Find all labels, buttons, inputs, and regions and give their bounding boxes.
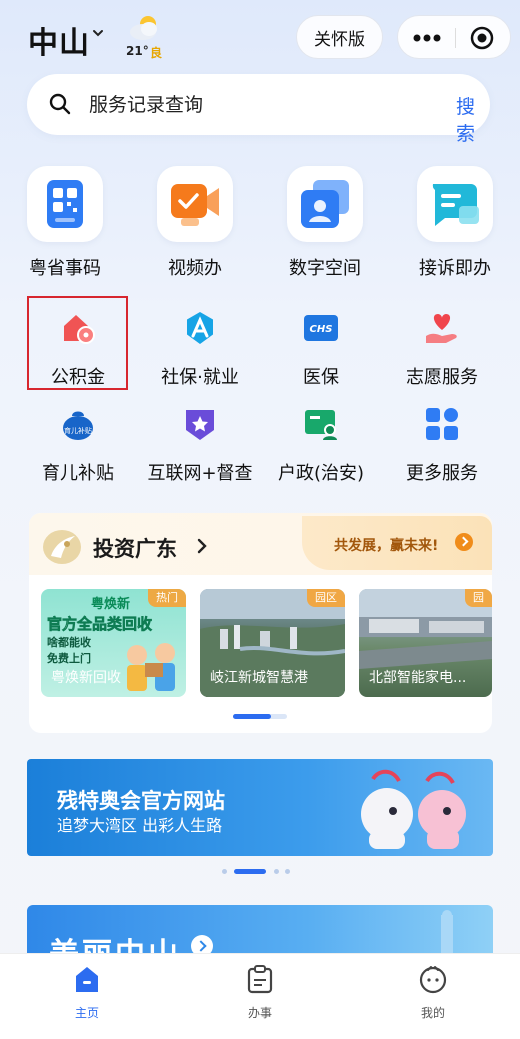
medical-insurance-icon-text: CHS [310,324,333,335]
pager-active [234,869,266,874]
service-label: 医保 [303,367,339,388]
pager-active [233,714,271,719]
search-button[interactable]: 搜索 [456,92,490,146]
search-input[interactable] [89,90,389,120]
service-label: 社保·就业 [161,367,239,388]
tab-label: 我的 [420,1006,445,1020]
clipboard-icon [247,965,273,994]
pager-dot [274,869,279,874]
search-bar: 搜索 [27,74,490,145]
tile-digital-space[interactable]: 数字空间 [260,166,390,286]
volunteer-icon [426,314,457,343]
paralympics-banner[interactable]: 残特奥会官方网站 追梦大湾区 出彩人生路 [27,759,493,856]
pager-dot [285,869,290,874]
service-childcare-subsidy[interactable]: 育儿补贴 育儿补贴 [13,406,143,496]
more-dots-icon[interactable] [412,29,442,47]
chevron-right-icon [197,538,207,554]
pager-dot [222,869,227,874]
highlight-frame [27,296,128,390]
digital-space-icon [301,180,349,228]
invest-pager [233,714,287,719]
tile-label: 视频办 [168,258,222,279]
profile-icon [419,966,447,994]
childcare-subsidy-icon-text: 育儿补贴 [64,426,92,435]
more-services-icon [426,408,458,440]
invest-item-caption: 粤焕新回收 [51,670,121,686]
header: 中山 21° 良 关怀版 [0,0,520,80]
weather-cloudy-icon [130,16,157,40]
banner-subtitle: 追梦大湾区 出彩人生路 [57,816,223,835]
invest-slogan-text: 共发展，赢未来! [334,538,439,554]
tile-complaint-service[interactable]: 接诉即办 [390,166,520,286]
tile-icon-box [287,166,363,242]
recycle-line-2: 免费上门 [47,651,91,665]
service-volunteer[interactable]: 志愿服务 [377,310,507,400]
invest-header[interactable]: 投资广东 共发展，赢未来! [29,513,492,575]
chevron-down-icon[interactable] [91,26,105,40]
bottom-tab-bar: 主页 办事 我的 [0,953,520,1039]
air-quality: 良 [150,46,163,60]
tab-services[interactable]: 办事 [200,962,320,1032]
home-icon [76,967,98,992]
temperature: 21° [126,44,149,58]
mini-program-capsule [397,15,511,59]
childcare-subsidy-icon: 育儿补贴 [63,411,93,440]
service-internet-supervision[interactable]: 互联网+督查 [135,406,265,496]
tile-icon-box [417,166,493,242]
service-household-registration[interactable]: 户政(治安) [256,406,386,496]
invest-item-caption: 岐江新城智慧港 [210,670,308,686]
recycle-brand: 粤焕新 [91,596,130,612]
service-more[interactable]: 更多服务 [377,406,507,496]
tab-label: 办事 [247,1006,272,1020]
tile-label: 数字空间 [289,258,361,279]
search-icon [49,93,71,115]
internet-supervision-icon [186,410,214,440]
tab-label: 主页 [74,1006,99,1020]
park-badge: 园区 [307,589,345,607]
tile-icon-box [157,166,233,242]
service-label: 志愿服务 [406,367,478,388]
close-target-icon[interactable] [470,26,494,50]
qr-code-icon [47,180,83,228]
medical-insurance-icon: CHS [304,315,338,341]
tab-home[interactable]: 主页 [27,962,147,1032]
care-mode-button[interactable]: 关怀版 [296,15,383,59]
arrow-right-icon [455,533,473,551]
service-medical-insurance[interactable]: CHS 医保 [256,310,386,400]
social-security-icon [187,312,213,344]
invest-slogan[interactable]: 共发展，赢未来! [302,516,492,570]
service-label: 互联网+督查 [147,463,253,484]
invest-item-appliance[interactable]: 园 北部智能家电... [359,589,492,697]
primary-tiles: 粤省事码 视频办 数字空间 接诉即办 [0,166,520,286]
chat-icon [432,184,479,226]
recycle-headline: 官方全品类回收 [47,615,152,633]
tab-profile[interactable]: 我的 [373,962,493,1032]
invest-item-caption: 北部智能家电... [369,670,467,686]
hot-badge: 热门 [148,589,186,607]
invest-item-qijiang[interactable]: 园区 岐江新城智慧港 [200,589,345,697]
tile-label: 接诉即办 [419,258,491,279]
city-name[interactable]: 中山 [28,18,90,62]
recycle-line-1: 啥都能收 [47,635,91,649]
invest-logo-icon [43,530,81,564]
household-registration-icon [305,410,337,440]
video-icon [171,184,219,226]
tile-label: 粤省事码 [29,258,101,279]
park-badge: 园 [465,589,492,607]
tile-video-service[interactable]: 视频办 [130,166,260,286]
service-label: 育儿补贴 [42,463,114,484]
banner-title: 残特奥会官方网站 [57,789,225,813]
service-social-security[interactable]: 社保·就业 [135,310,265,400]
capsule-divider [455,28,456,48]
tile-icon-box [27,166,103,242]
service-label: 户政(治安) [277,463,365,484]
tile-yueshengshi-code[interactable]: 粤省事码 [0,166,130,286]
service-label: 更多服务 [406,463,478,484]
banner-pager [222,869,292,875]
invest-title: 投资广东 [93,537,177,561]
invest-item-recycle[interactable]: 粤焕新 官方全品类回收 啥都能收 免费上门 热门 粤焕新回收 [41,589,186,697]
invest-guangdong-card: 投资广东 共发展，赢未来! 粤焕新 官方全品类回收 啥都能收 免费上门 热门 粤… [29,513,492,733]
